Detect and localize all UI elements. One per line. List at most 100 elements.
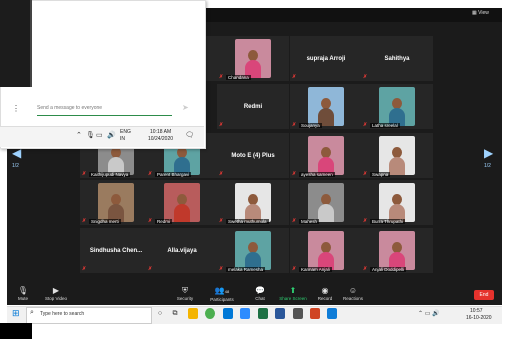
zoom-app-icon[interactable] [240, 308, 250, 319]
send-icon[interactable]: ➤ [182, 103, 189, 112]
muted-mic-icon: ✗ [82, 218, 87, 224]
chrome-icon[interactable] [205, 308, 215, 319]
muted-mic-icon: ✗ [363, 74, 368, 80]
security-label: Security [176, 296, 194, 301]
participant-tile[interactable]: ✗ Latha sreelal [361, 84, 433, 129]
participant-video [379, 183, 415, 222]
black-corner-block [0, 323, 32, 339]
overlay-region[interactable]: IN [120, 136, 125, 142]
overlay-divider [30, 0, 32, 87]
participant-tile[interactable]: ✗ Burra Thrupathi [361, 180, 433, 225]
participant-video [308, 87, 344, 126]
overlay-clock-time[interactable]: 10:18 AM [150, 129, 171, 135]
participant-tile[interactable]: Alla.vijaya ✗ [146, 228, 218, 273]
participant-video [164, 183, 200, 222]
muted-mic-icon: ✗ [219, 218, 224, 224]
participants-label: Participants [210, 297, 234, 302]
share-screen-label: Share Screen [279, 296, 307, 301]
muted-mic-icon: ✗ [363, 171, 368, 177]
participant-caption: melaka Ramesha [226, 267, 266, 272]
participant-video [235, 39, 271, 78]
system-tray-icons[interactable]: ⌃ ▭ 🔊 [418, 310, 440, 317]
chat-message-input[interactable]: Send a message to everyone [37, 105, 172, 116]
participant-tile[interactable]: ✗ Swetha muthumula [217, 180, 289, 225]
participant-caption: Chandana [226, 75, 251, 80]
windows-start-icon[interactable]: ⊞ [12, 308, 20, 319]
more-options-icon[interactable]: ⋮ [12, 104, 20, 113]
overlay-clock-date[interactable]: 10/24/2020 [148, 136, 173, 142]
participant-tile[interactable]: ✗ Redmi [146, 180, 218, 225]
search-icon: ⌕ [30, 309, 34, 316]
shield-icon: ⛨ [182, 286, 188, 295]
tray-arrow-icon[interactable]: ⌃ [76, 131, 82, 139]
tray-display-icon[interactable]: ▭ [96, 131, 103, 139]
participant-tile[interactable]: Sindhusha Chen... ✗ [80, 228, 152, 273]
app-icon[interactable] [293, 308, 303, 319]
mute-label: Mute [17, 296, 28, 301]
next-page-arrow-icon[interactable]: ▶ [484, 146, 493, 160]
file-explorer-icon[interactable] [188, 308, 198, 319]
participant-tile[interactable]: Moto E (4) Plus ✗ [217, 133, 289, 178]
notification-icon[interactable]: 🗨 [185, 131, 194, 139]
participant-tile[interactable]: ✗ melaka Ramesha [217, 228, 289, 273]
participant-tile[interactable]: ✗ Kannam Anjali [290, 228, 362, 273]
overlay-language[interactable]: ENG [120, 129, 131, 135]
stop-video-label: Stop Video [45, 296, 67, 301]
tray-volume-icon[interactable]: 🔊 [107, 131, 116, 139]
participant-tile[interactable]: supraja Arroji ✗ [290, 36, 362, 81]
participant-tile[interactable]: Sahithya ✗ [361, 36, 433, 81]
taskbar-clock-time[interactable]: 10:57 [470, 308, 483, 314]
participants-button[interactable]: 👥48 Participants [202, 286, 242, 302]
participant-caption: ayesha sameen [299, 172, 335, 177]
edge-icon[interactable] [223, 308, 233, 319]
reactions-button[interactable]: ☺ Reactions [333, 286, 373, 301]
participant-caption: Burra Thrupathi [370, 219, 406, 224]
video-camera-icon: ▶ [52, 286, 60, 295]
muted-mic-icon: ✗ [148, 171, 153, 177]
top-strip [205, 8, 502, 22]
participant-caption: Anjali Doddipelli [370, 267, 407, 272]
end-meeting-button[interactable]: End [474, 290, 494, 300]
muted-mic-icon: ✗ [292, 266, 297, 272]
participant-tile[interactable]: ✗ Swapna [361, 133, 433, 178]
participant-caption: Swapna [370, 172, 391, 177]
participant-name: Alla.vijaya [167, 247, 197, 254]
muted-mic-icon: ✗ [82, 171, 87, 177]
powerpoint-icon[interactable] [310, 308, 320, 319]
participant-tile[interactable]: ✗ ayesha sameen [290, 133, 362, 178]
muted-mic-icon: ✗ [82, 266, 87, 272]
participants-icon: 👥48 [214, 286, 230, 295]
participant-tile[interactable]: Redmi ✗ [217, 84, 289, 129]
muted-mic-icon: ✗ [219, 122, 224, 128]
page-indicator-right: 1/2 [484, 163, 491, 169]
word-icon[interactable] [275, 308, 285, 319]
view-button[interactable]: ▦ View [472, 10, 489, 16]
task-view-icon[interactable]: ⧉ [170, 308, 180, 319]
stop-video-button[interactable]: ▶ Stop Video [36, 286, 76, 301]
chat-label: Chat [255, 296, 265, 301]
participant-name: Sindhusha Chen... [89, 247, 143, 254]
muted-mic-icon: ✗ [219, 171, 224, 177]
store-icon[interactable] [327, 308, 337, 319]
participant-tile[interactable]: ✗ Anjali Doddipelli [361, 228, 433, 273]
smiley-icon: ☺ [348, 286, 358, 295]
participant-tile[interactable]: ✗ Soujanya [290, 84, 362, 129]
participant-tile[interactable]: ✗ Snigdha merti [80, 180, 152, 225]
excel-icon[interactable] [258, 308, 268, 319]
participant-tile[interactable]: ✗ Mahesh [290, 180, 362, 225]
muted-mic-icon: ✗ [148, 266, 153, 272]
record-label: Record [317, 296, 333, 301]
participant-video [379, 231, 415, 270]
muted-mic-icon: ✗ [292, 122, 297, 128]
security-button[interactable]: ⛨ Security [165, 286, 205, 301]
muted-mic-icon: ✗ [292, 171, 297, 177]
muted-mic-icon: ✗ [363, 266, 368, 272]
participant-caption: Latha sreelal [370, 123, 400, 128]
participant-video [308, 231, 344, 270]
participant-tile[interactable]: ✗ Chandana [217, 36, 289, 81]
tray-mic-icon[interactable]: 🎙 [86, 131, 95, 139]
cortana-icon[interactable]: ○ [155, 308, 165, 319]
taskbar-clock-date[interactable]: 16-10-2020 [466, 315, 492, 321]
muted-mic-icon: ✗ [148, 218, 153, 224]
muted-mic-icon: ✗ [219, 266, 224, 272]
